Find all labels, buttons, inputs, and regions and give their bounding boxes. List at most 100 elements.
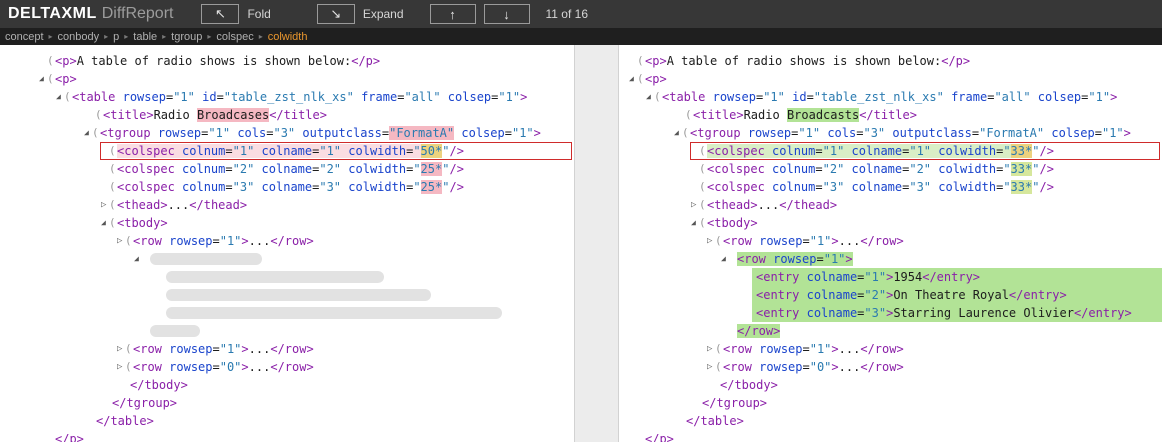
breadcrumb-separator-icon: ▸: [124, 32, 128, 41]
previous-diff-button[interactable]: ↑: [430, 4, 476, 24]
code-line: ◢(<p>: [619, 70, 1162, 88]
breadcrumb-item-tgroup[interactable]: tgroup: [171, 31, 202, 43]
code-text: <colspec colnum="3" colname="3" colwidth…: [117, 178, 464, 196]
breadcrumb-item-colwidth[interactable]: colwidth: [268, 31, 308, 43]
fold-region-marker: (: [109, 178, 116, 196]
fold-button[interactable]: ↖: [201, 4, 239, 24]
breadcrumb-item-table[interactable]: table: [133, 31, 157, 43]
code-line: ▷(<thead>...</thead>: [0, 196, 574, 214]
fold-region-marker: (: [109, 196, 116, 214]
breadcrumb-separator-icon: ▸: [259, 32, 263, 41]
code-text: </tgroup>: [112, 394, 177, 412]
collapse-toggle-icon[interactable]: ◢: [134, 250, 148, 268]
code-line: (<colspec colnum="3" colname="3" colwidt…: [0, 178, 574, 196]
fold-region-marker: (: [637, 70, 644, 88]
pane-divider: [574, 45, 619, 442]
code-line: ▷(<row rowsep="1">...</row>: [0, 232, 574, 250]
code-line: (<p>A table of radio shows is shown belo…: [619, 52, 1162, 70]
fold-region-marker: (: [95, 106, 102, 124]
expand-button[interactable]: ↘: [317, 4, 355, 24]
code-text: <entry colname="2">On Theatre Royal</ent…: [756, 286, 1067, 304]
fold-region-marker: (: [47, 52, 54, 70]
code-line: </tbody>: [619, 376, 1162, 394]
code-text: <tbody>: [707, 214, 758, 232]
code-text: </tgroup>: [702, 394, 767, 412]
code-line: ◢(<table rowsep="1" id="table_zst_nlk_xs…: [0, 88, 574, 106]
code-text: <p>A table of radio shows is shown below…: [55, 52, 380, 70]
fold-region-marker: (: [125, 232, 132, 250]
code-line: <entry colname="1">1954</entry>: [619, 268, 1162, 286]
code-line: </p>: [619, 430, 1162, 442]
code-line: (<colspec colnum="2" colname="2" colwidt…: [619, 160, 1162, 178]
fold-region-marker: (: [699, 142, 706, 160]
fold-region-marker: (: [699, 178, 706, 196]
code-line: (<colspec colnum="1" colname="1" colwidt…: [619, 142, 1162, 160]
code-line: (<title>Radio Broadcasts</title>: [619, 106, 1162, 124]
fold-region-marker: (: [654, 88, 661, 106]
breadcrumb-item-concept[interactable]: concept: [5, 31, 44, 43]
code-text: </table>: [686, 412, 744, 430]
fold-region-marker: (: [125, 358, 132, 376]
breadcrumb-item-conbody[interactable]: conbody: [58, 31, 100, 43]
toolbar: DELTAXML DiffReport ↖ Fold ↘ Expand ↑ ↓ …: [0, 0, 1162, 28]
code-line: </p>: [0, 430, 574, 442]
code-text: <row rowsep="1">...</row>: [723, 232, 904, 250]
code-text: <p>A table of radio shows is shown below…: [645, 52, 970, 70]
code-line: </row>: [619, 322, 1162, 340]
fold-region-marker: (: [699, 160, 706, 178]
fold-region-marker: (: [715, 358, 722, 376]
breadcrumb-separator-icon: ▸: [162, 32, 166, 41]
code-line: </table>: [619, 412, 1162, 430]
collapse-toggle-icon[interactable]: ◢: [721, 250, 735, 268]
next-diff-button[interactable]: ↓: [484, 4, 530, 24]
code-text: <row rowsep="1">: [737, 250, 853, 268]
code-line: ◢: [0, 250, 574, 268]
code-line: (<colspec colnum="1" colname="1" colwidt…: [0, 142, 574, 160]
code-text: <p>: [645, 70, 667, 88]
code-text: <colspec colnum="3" colname="3" colwidth…: [707, 178, 1054, 196]
code-line: ▷(<row rowsep="0">...</row>: [619, 358, 1162, 376]
breadcrumb-separator-icon: ▸: [207, 32, 211, 41]
code-text: <table rowsep="1" id="table_zst_nlk_xs" …: [662, 88, 1117, 106]
code-text: </table>: [96, 412, 154, 430]
hidden-content-placeholder: [166, 289, 431, 301]
hidden-content-placeholder: [150, 253, 262, 265]
code-line: ▷(<row rowsep="1">...</row>: [619, 340, 1162, 358]
code-line: [0, 322, 574, 340]
code-line: (<title>Radio Broadcases</title>: [0, 106, 574, 124]
code-line: <entry colname="2">On Theatre Royal</ent…: [619, 286, 1162, 304]
code-line: ◢(<tbody>: [619, 214, 1162, 232]
code-line: (<p>A table of radio shows is shown belo…: [0, 52, 574, 70]
code-line: </table>: [0, 412, 574, 430]
hidden-content-placeholder: [150, 325, 200, 337]
code-line: <entry colname="3">Starring Laurence Oli…: [619, 304, 1162, 322]
code-line: (<colspec colnum="3" colname="3" colwidt…: [619, 178, 1162, 196]
code-text: [150, 322, 200, 340]
fold-region-marker: (: [109, 214, 116, 232]
product-name: DiffReport: [102, 5, 174, 23]
code-text: <colspec colnum="1" colname="1" colwidth…: [707, 142, 1054, 160]
code-line: [0, 268, 574, 286]
code-text: <thead>...</thead>: [117, 196, 247, 214]
code-line: </tgroup>: [0, 394, 574, 412]
fold-region-marker: (: [109, 142, 116, 160]
fold-region-marker: (: [92, 124, 99, 142]
fold-region-marker: (: [637, 52, 644, 70]
diff-pane-right[interactable]: (<p>A table of radio shows is shown belo…: [619, 45, 1162, 442]
code-text: <row rowsep="1">...</row>: [723, 340, 904, 358]
breadcrumb-item-p[interactable]: p: [113, 31, 119, 43]
diff-counter: 11 of 16: [546, 7, 588, 21]
breadcrumb-separator-icon: ▸: [49, 32, 53, 41]
code-text: [166, 304, 502, 322]
code-text: <row rowsep="0">...</row>: [723, 358, 904, 376]
fold-region-marker: (: [125, 340, 132, 358]
arrow-up-icon: ↑: [449, 7, 456, 22]
diff-pane-left[interactable]: (<p>A table of radio shows is shown belo…: [0, 45, 574, 442]
fold-arrow-icon: ↖: [215, 6, 226, 22]
code-text: </tbody>: [130, 376, 188, 394]
fold-region-marker: (: [47, 70, 54, 88]
code-text: </tbody>: [720, 376, 778, 394]
code-line: ◢(<tbody>: [0, 214, 574, 232]
fold-region-marker: (: [699, 214, 706, 232]
breadcrumb-item-colspec[interactable]: colspec: [216, 31, 253, 43]
